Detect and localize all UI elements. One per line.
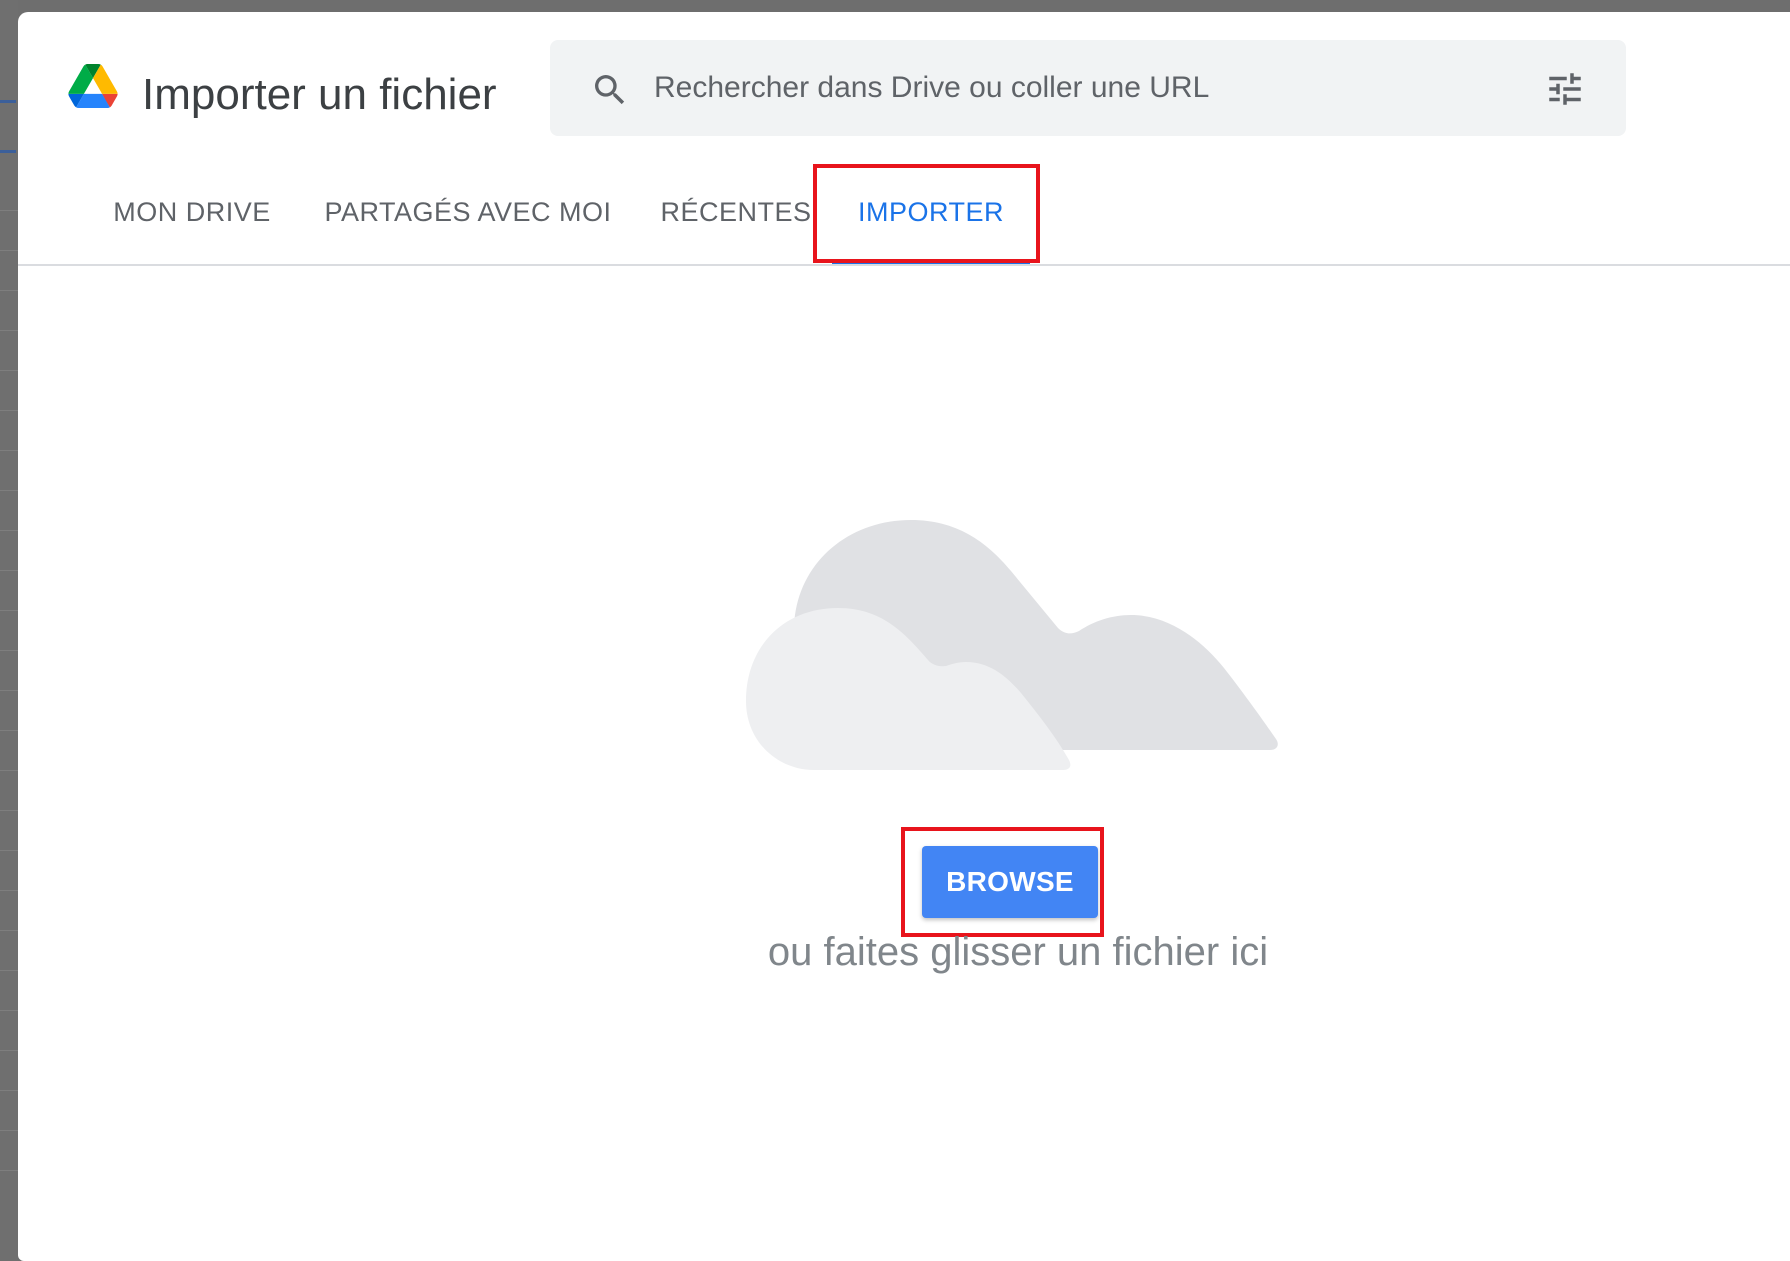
tab-label: IMPORTER (857, 196, 1004, 227)
backdrop-gridline (0, 1090, 18, 1091)
tune-icon[interactable] (1544, 68, 1586, 110)
search-bar[interactable] (550, 40, 1626, 136)
tab-import[interactable]: IMPORTER (824, 160, 1038, 264)
backdrop-gridline (0, 290, 18, 291)
backdrop-gridline (0, 650, 18, 651)
tab-recent[interactable]: RÉCENTES (654, 160, 818, 264)
backdrop-gridline (0, 930, 18, 931)
dialog-title: Importer un fichier (142, 70, 497, 119)
backdrop-gridline (0, 970, 18, 971)
drop-zone-hint: ou faites glisser un fichier ici (767, 930, 1269, 974)
backdrop-gridline (0, 810, 18, 811)
backdrop-gridline (0, 690, 18, 691)
backdrop-gridline (0, 850, 18, 851)
browse-button[interactable]: BROWSE (922, 846, 1098, 918)
backdrop-gridline (0, 210, 18, 211)
import-file-dialog: Importer un fichier MON DRIVE PARTAGÉS A… (18, 12, 1790, 1261)
backdrop-gridline (0, 1130, 18, 1131)
search-icon[interactable] (590, 70, 630, 110)
backdrop-gridline (0, 250, 18, 251)
backdrop-gridline (0, 770, 18, 771)
backdrop-selection-mark (0, 100, 16, 103)
backdrop-gridline (0, 890, 18, 891)
backdrop-gridline (0, 450, 18, 451)
backdrop-selection-mark (0, 150, 16, 153)
active-tab-indicator (832, 260, 1030, 264)
backdrop-gridline (0, 730, 18, 731)
backdrop-gridline (0, 530, 18, 531)
backdrop-gridline (0, 330, 18, 331)
backdrop-gridline (0, 610, 18, 611)
search-input[interactable] (654, 60, 1514, 116)
backdrop-gridline (0, 1170, 18, 1171)
tab-shared-with-me[interactable]: PARTAGÉS AVEC MOI (324, 160, 612, 264)
tab-my-drive[interactable]: MON DRIVE (102, 160, 282, 264)
google-drive-logo (68, 64, 118, 108)
backdrop-gridline (0, 370, 18, 371)
cloud-illustration (746, 520, 1278, 770)
backdrop-gridline (0, 410, 18, 411)
tab-bar: MON DRIVE PARTAGÉS AVEC MOI RÉCENTES IMP… (18, 160, 1790, 266)
tab-label: MON DRIVE (113, 196, 271, 227)
backdrop-gridline (0, 570, 18, 571)
tab-label: RÉCENTES (660, 196, 812, 227)
backdrop-spreadsheet-edge (0, 0, 18, 1261)
tab-label: PARTAGÉS AVEC MOI (324, 196, 612, 227)
backdrop-gridline (0, 490, 18, 491)
backdrop-gridline (0, 1050, 18, 1051)
backdrop-gridline (0, 1010, 18, 1011)
